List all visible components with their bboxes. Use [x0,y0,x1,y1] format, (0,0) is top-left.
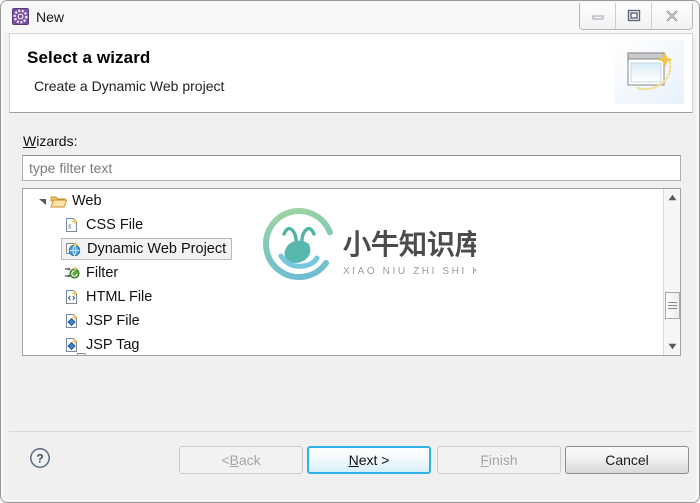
close-button[interactable] [652,3,692,29]
wizard-body: Wizards: type filter text 小牛知识库 XIAO NIU… [9,113,693,431]
tree-item-label: HTML File [86,289,153,305]
new-window-sparkle-icon [614,40,684,104]
tree-item-label: CSS File [86,217,144,233]
next-button[interactable]: Next > [307,446,431,474]
scrollbar-thumb[interactable] [665,292,680,319]
wizards-label-rest: izards: [36,133,78,149]
help-question-icon[interactable]: ? [29,447,51,469]
tree-item-label: Web [72,193,102,209]
folder-open-icon [49,192,67,210]
finish-button-suffix: inish [488,452,518,468]
wizard-header: Select a wizard Create a Dynamic Web pro… [9,33,693,113]
selected-item-highlight: Dynamic Web Project [61,238,233,260]
back-button-mnemonic: B [229,452,239,468]
cancel-button-label: Cancel [605,452,649,468]
cancel-button[interactable]: Cancel [565,446,689,474]
dialog-footer: ? < Back Next > Finish Cancel [9,431,693,496]
tree-item-label: JSP File [86,313,140,329]
next-button-suffix: ext > [358,452,390,468]
maximize-icon [627,9,640,22]
next-button-mnemonic: N [348,452,359,468]
minimize-icon [592,15,603,20]
finish-button[interactable]: Finish [437,446,561,474]
title-bar[interactable]: New [1,1,699,33]
tree-item-label: Filter [86,265,119,281]
tree-item-jsp-tag[interactable]: JSP Tag [23,333,663,355]
dynamic-web-project-icon [64,240,82,258]
maximize-button[interactable] [616,3,652,29]
filter-icon [63,264,81,282]
page-title: Select a wizard [27,48,151,67]
tree-item-dynamic-web-project[interactable]: Dynamic Web Project [23,237,663,261]
wizard-tree[interactable]: 小牛知识库 XIAO NIU ZHI SHI KU [22,188,681,356]
wizards-label-mnemonic: W [23,133,37,149]
tree-item-label: JSP Tag [86,337,140,353]
scrollbar-grip-icon [668,300,677,311]
scroll-up-icon [668,194,676,201]
tree-item-css-file[interactable]: s CSS File [23,213,663,237]
tree-list: Web s CSS File Dynamic Web Project Filte… [23,189,663,355]
finish-button-mnemonic: F [480,452,489,468]
window-controls [579,3,693,30]
scroll-down-button[interactable] [664,338,680,355]
svg-text:?: ? [36,452,43,466]
jsp-file-icon [63,312,81,330]
eclipse-wizard-icon [12,8,29,25]
window-title: New [36,9,65,25]
tree-item-filter[interactable]: Filter [23,261,663,285]
expand-collapse-arrow-icon[interactable] [35,194,49,208]
css-file-icon: s [63,216,81,234]
scroll-down-icon [668,343,676,350]
new-wizard-dialog: New Select a wizard Create a Dynamic Web… [0,0,700,503]
back-button-prefix: < [221,452,230,468]
tree-item-jsp-file[interactable]: JSP File [23,309,663,333]
tree-item-web[interactable]: Web [23,189,663,213]
filter-input[interactable] [22,155,681,181]
wizards-label: Wizards: [23,133,77,149]
back-button-suffix: ack [238,452,261,468]
page-subtitle: Create a Dynamic Web project [34,78,225,94]
tree-item-label: Dynamic Web Project [87,241,227,257]
minimize-button[interactable] [580,3,616,29]
close-icon [666,10,678,22]
back-button[interactable]: < Back [179,446,303,474]
html-file-icon [63,288,81,306]
tree-item-partial [75,352,91,355]
tree-scrollbar[interactable] [663,189,680,355]
scroll-up-button[interactable] [664,189,680,206]
tree-item-html-file[interactable]: HTML File [23,285,663,309]
